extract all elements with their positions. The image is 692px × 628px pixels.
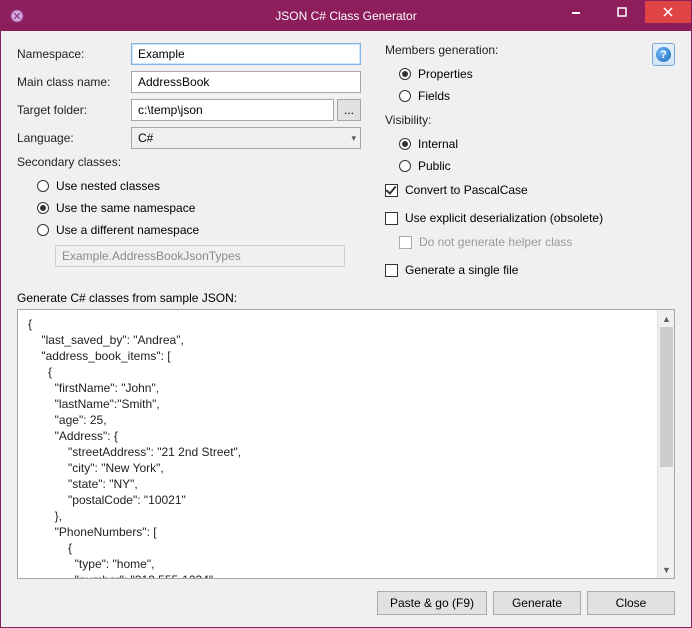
close-window-button[interactable] (645, 1, 691, 23)
check-label: Do not generate helper class (419, 235, 572, 249)
radio-different-namespace[interactable]: Use a different namespace (17, 219, 361, 241)
checkbox-icon (385, 212, 398, 225)
radio-icon (37, 202, 49, 214)
vertical-scrollbar[interactable]: ▲ ▼ (657, 310, 674, 578)
checkbox-icon (385, 184, 398, 197)
check-label: Generate a single file (405, 263, 518, 277)
window-controls (553, 1, 691, 23)
main-class-label: Main class name: (17, 75, 131, 89)
browse-folder-button[interactable]: ... (337, 99, 361, 121)
app-icon (9, 8, 25, 24)
radio-label: Use a different namespace (56, 223, 199, 237)
radio-same-namespace[interactable]: Use the same namespace (17, 197, 361, 219)
radio-icon (37, 180, 49, 192)
checkbox-icon (385, 264, 398, 277)
app-window: JSON C# Class Generator ? Namespace: (0, 0, 692, 628)
main-class-input[interactable] (131, 71, 361, 93)
radio-nested-classes[interactable]: Use nested classes (17, 175, 361, 197)
check-single-file[interactable]: Generate a single file (385, 259, 675, 281)
namespace-label: Namespace: (17, 47, 131, 61)
radio-label: Use the same namespace (56, 201, 195, 215)
radio-label: Use nested classes (56, 179, 160, 193)
titlebar[interactable]: JSON C# Class Generator (1, 1, 691, 31)
target-folder-label: Target folder: (17, 103, 131, 117)
scroll-up-icon[interactable]: ▲ (658, 310, 675, 327)
scroll-down-icon[interactable]: ▼ (658, 561, 675, 578)
checkbox-icon (399, 236, 412, 249)
namespace-input[interactable] (131, 43, 361, 65)
maximize-button[interactable] (599, 1, 645, 23)
generate-button[interactable]: Generate (493, 591, 581, 615)
scrollbar-thumb[interactable] (660, 327, 673, 467)
radio-label: Properties (418, 67, 473, 81)
body: ? Namespace: Main class name: Target fol… (1, 31, 691, 627)
radio-icon (399, 68, 411, 80)
close-button[interactable]: Close (587, 591, 675, 615)
json-sample-label: Generate C# classes from sample JSON: (17, 291, 675, 305)
json-text-content[interactable]: { "last_saved_by": "Andrea", "address_bo… (18, 310, 657, 578)
check-no-helper-class: Do not generate helper class (385, 231, 675, 253)
radio-label: Fields (418, 89, 450, 103)
chevron-down-icon: ▾ (351, 133, 356, 144)
window-title: JSON C# Class Generator (275, 9, 416, 23)
language-value: C# (138, 131, 153, 145)
radio-label: Internal (418, 137, 458, 151)
minimize-button[interactable] (553, 1, 599, 23)
radio-icon (37, 224, 49, 236)
radio-icon (399, 90, 411, 102)
visibility-label: Visibility: (385, 113, 675, 127)
members-generation-label: Members generation: (385, 43, 675, 57)
radio-label: Public (418, 159, 451, 173)
check-pascalcase[interactable]: Convert to PascalCase (385, 179, 675, 201)
check-label: Convert to PascalCase (405, 183, 528, 197)
help-button[interactable]: ? (652, 43, 675, 66)
radio-fields[interactable]: Fields (385, 85, 675, 107)
radio-icon (399, 138, 411, 150)
left-column: Namespace: Main class name: Target folde… (17, 43, 361, 281)
json-textarea[interactable]: { "last_saved_by": "Andrea", "address_bo… (17, 309, 675, 579)
check-explicit-deserialization[interactable]: Use explicit deserialization (obsolete) (385, 207, 675, 229)
radio-properties[interactable]: Properties (385, 63, 675, 85)
check-label: Use explicit deserialization (obsolete) (405, 211, 603, 225)
different-namespace-input: Example.AddressBookJsonTypes (55, 245, 345, 267)
paste-and-go-button[interactable]: Paste & go (F9) (377, 591, 487, 615)
language-select[interactable]: C# ▾ (131, 127, 361, 149)
radio-public[interactable]: Public (385, 155, 675, 177)
help-icon: ? (656, 47, 671, 62)
right-column: Members generation: Properties Fields Vi… (385, 43, 675, 281)
language-label: Language: (17, 131, 131, 145)
secondary-classes-label: Secondary classes: (17, 155, 361, 169)
footer-buttons: Paste & go (F9) Generate Close (377, 591, 675, 615)
radio-icon (399, 160, 411, 172)
radio-internal[interactable]: Internal (385, 133, 675, 155)
target-folder-input[interactable] (131, 99, 334, 121)
